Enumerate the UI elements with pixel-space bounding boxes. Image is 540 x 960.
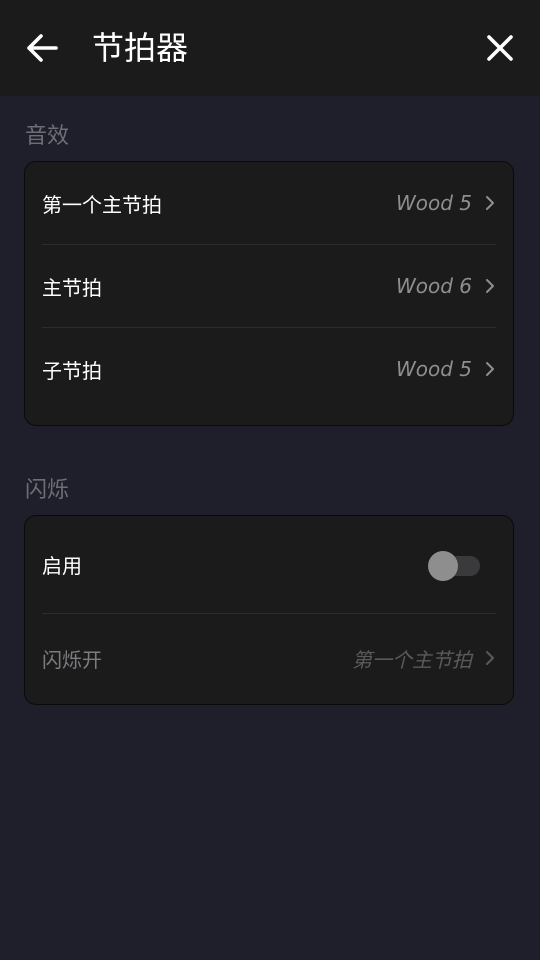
enable-flash-row[interactable]: 启用 [42, 516, 496, 613]
first-main-beat-label: 第一个主节拍 [42, 192, 162, 217]
flash-card: 启用 闪烁开 第一个主节拍 [24, 515, 514, 705]
flash-on-label: 闪烁开 [42, 647, 102, 672]
sub-beat-row[interactable]: 子节拍 Wood 5 [42, 327, 496, 410]
page-title: 节拍器 [92, 29, 189, 67]
sub-beat-label: 子节拍 [42, 358, 102, 383]
chevron-right-icon [484, 277, 496, 295]
main-beat-row[interactable]: 主节拍 Wood 6 [42, 244, 496, 327]
enable-flash-toggle[interactable] [428, 547, 482, 583]
flash-on-row[interactable]: 闪烁开 第一个主节拍 [42, 613, 496, 702]
chevron-right-icon [484, 194, 496, 212]
back-button[interactable] [14, 22, 70, 74]
flash-section-label: 闪烁 [25, 478, 70, 503]
sub-beat-value: Wood 5 [395, 357, 472, 381]
top-app-bar: 节拍器 [0, 0, 540, 96]
flash-on-value: 第一个主节拍 [352, 647, 472, 672]
enable-flash-label: 启用 [42, 554, 82, 578]
chevron-right-icon [484, 360, 496, 378]
toggle-thumb [428, 550, 458, 581]
close-icon [487, 35, 513, 61]
close-button[interactable] [474, 22, 526, 74]
chevron-right-icon [484, 649, 496, 667]
first-main-beat-row[interactable]: 第一个主节拍 Wood 5 [42, 162, 496, 244]
first-main-beat-value: Wood 5 [395, 191, 472, 215]
arrow-left-icon [27, 34, 58, 62]
sound-card: 第一个主节拍 Wood 5 主节拍 Wood 6 子节拍 Wood 5 [24, 161, 514, 426]
main-beat-value: Wood 6 [395, 274, 472, 298]
main-beat-label: 主节拍 [42, 275, 102, 300]
sound-section-label: 音效 [25, 124, 70, 149]
